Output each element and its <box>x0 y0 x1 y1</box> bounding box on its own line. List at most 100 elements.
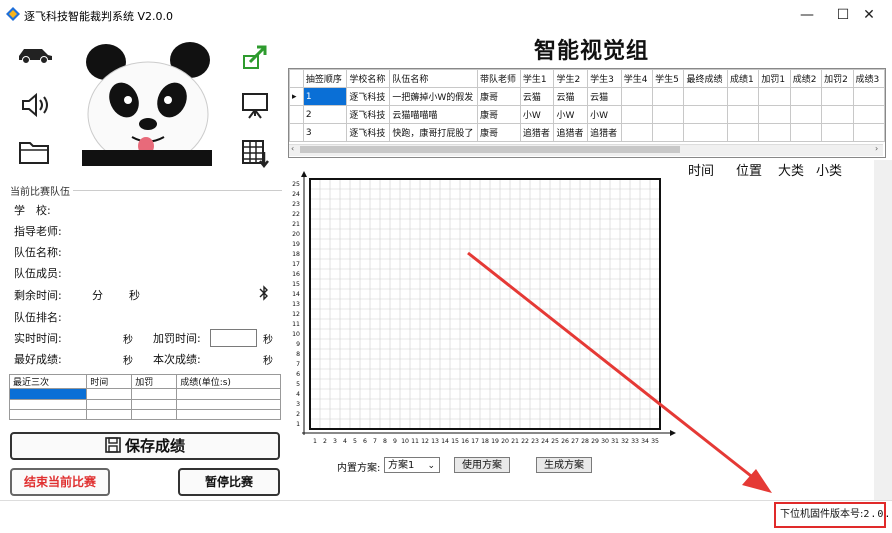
table-cell[interactable]: 3 <box>302 123 348 142</box>
table-cell[interactable] <box>620 123 654 142</box>
table-cell[interactable]: 云猫喵喵喵 <box>389 105 478 124</box>
current-row-pointer-icon[interactable]: ▸ <box>289 87 304 106</box>
save-score-button[interactable]: 保存成绩 <box>10 432 280 460</box>
plan-label: 内置方案: <box>337 463 381 474</box>
table-cell[interactable]: 小W <box>519 105 555 124</box>
table-cell[interactable]: 云猫 <box>553 87 589 106</box>
table-cell[interactable]: 逐飞科技 <box>346 87 391 106</box>
table-cell[interactable] <box>726 123 760 142</box>
table-cell[interactable]: 康哥 <box>476 123 521 142</box>
spreadsheet-download-icon[interactable] <box>240 138 270 168</box>
rank-label: 队伍排名: <box>14 311 62 324</box>
table-cell[interactable] <box>726 87 760 106</box>
table-cell[interactable]: 逐飞科技 <box>346 123 391 142</box>
table-cell[interactable]: 追猎者 <box>519 123 555 142</box>
table-cell[interactable] <box>758 123 791 142</box>
table-cell[interactable] <box>852 123 885 142</box>
table-cell[interactable] <box>852 105 885 124</box>
table-cell[interactable]: 一把薅掉小W的假发 <box>389 87 478 106</box>
penalty-label: 加罚时间: <box>153 332 201 345</box>
scroll-right-icon[interactable]: › <box>875 144 878 153</box>
table-cell[interactable]: 快跑，康哥打屁股了 <box>389 123 478 142</box>
table-cell[interactable] <box>789 123 823 142</box>
plan-selected-value: 方案1 <box>388 460 415 471</box>
column-header[interactable]: 加罚1 <box>758 69 791 88</box>
column-header[interactable]: 学生5 <box>652 69 685 88</box>
use-plan-button[interactable]: 使用方案 <box>454 457 510 473</box>
table-cell[interactable]: 追猎者 <box>587 123 622 142</box>
pause-match-button[interactable]: 暂停比赛 <box>178 468 280 496</box>
table-cell[interactable] <box>758 87 791 106</box>
table-cell[interactable] <box>726 105 760 124</box>
car-icon[interactable] <box>16 44 54 64</box>
export-arrow-icon[interactable] <box>240 44 270 72</box>
table-cell[interactable] <box>652 105 685 124</box>
table-row[interactable]: 3 逐飞科技 快跑，康哥打屁股了 康哥 追猎者 追猎者 追猎者 <box>289 123 885 142</box>
table-row[interactable]: ▸ 1 逐飞科技 一把薅掉小W的假发 康哥 云猫 云猫 云猫 <box>289 87 885 106</box>
table-cell[interactable] <box>683 105 728 124</box>
position-column-header: 位置 <box>736 164 763 179</box>
column-header[interactable]: 学生1 <box>519 69 555 88</box>
end-match-button[interactable]: 结束当前比赛 <box>10 468 110 496</box>
table-cell[interactable] <box>652 123 685 142</box>
column-header[interactable]: 学校名称 <box>346 69 391 88</box>
table-cell[interactable]: 2 <box>302 105 348 124</box>
table-cell[interactable]: 逐飞科技 <box>346 105 391 124</box>
table-cell[interactable]: 云猫 <box>587 87 622 106</box>
table-cell[interactable]: 小W <box>587 105 622 124</box>
column-header[interactable]: 成绩2 <box>789 69 823 88</box>
team-name-label: 队伍名称: <box>14 246 62 259</box>
scroll-left-icon[interactable]: ‹ <box>291 144 294 153</box>
column-header[interactable]: 学生2 <box>553 69 589 88</box>
column-header[interactable]: 成绩1 <box>726 69 760 88</box>
table-cell[interactable]: 1 <box>302 87 348 106</box>
table-cell[interactable]: 康哥 <box>476 87 521 106</box>
table-cell[interactable]: 追猎者 <box>553 123 589 142</box>
close-button[interactable]: ✕ <box>846 0 892 30</box>
column-header[interactable]: 最终成绩 <box>683 69 728 88</box>
scrollbar-thumb[interactable] <box>300 146 680 153</box>
table-cell[interactable] <box>620 105 654 124</box>
table-cell[interactable] <box>821 105 854 124</box>
speaker-icon[interactable] <box>20 92 50 118</box>
remaining-time-label: 剩余时间: <box>14 289 62 302</box>
table-row[interactable] <box>8 388 281 400</box>
folder-icon[interactable] <box>18 138 52 166</box>
table-cell[interactable]: 小W <box>553 105 589 124</box>
table-cell[interactable] <box>620 87 654 106</box>
table-cell[interactable]: 云猫 <box>519 87 555 106</box>
table-cell[interactable] <box>758 105 791 124</box>
y-tick-label: 7 <box>296 361 300 368</box>
table-row[interactable] <box>8 398 281 410</box>
table-cell[interactable] <box>852 87 885 106</box>
column-header[interactable]: 学生4 <box>620 69 654 88</box>
column-header[interactable]: 带队老师 <box>476 69 521 88</box>
table-cell[interactable] <box>821 123 854 142</box>
presentation-icon[interactable] <box>240 90 270 120</box>
teacher-label: 指导老师: <box>14 225 62 238</box>
column-header[interactable]: 成绩3 <box>852 69 885 88</box>
penalty-time-input[interactable] <box>210 329 257 347</box>
column-header[interactable]: 队伍名称 <box>389 69 478 88</box>
table-cell[interactable] <box>683 87 728 106</box>
table-cell[interactable] <box>789 105 823 124</box>
table-cell[interactable]: 康哥 <box>476 105 521 124</box>
row-header-corner <box>289 69 304 88</box>
recent-header: 加罚 <box>131 373 178 390</box>
save-label: 保存成绩 <box>124 437 185 455</box>
row-header[interactable] <box>289 123 304 142</box>
column-header[interactable]: 抽签顺序 <box>302 69 348 88</box>
table-cell[interactable] <box>652 87 685 106</box>
table-cell[interactable] <box>821 87 854 106</box>
table-row[interactable] <box>8 408 281 421</box>
realtime-label: 实时时间: <box>14 332 62 345</box>
table-cell[interactable] <box>683 123 728 142</box>
table-cell[interactable] <box>789 87 823 106</box>
table-row[interactable]: 2 逐飞科技 云猫喵喵喵 康哥 小W 小W 小W <box>289 105 885 124</box>
vertical-scrollbar[interactable] <box>874 160 892 500</box>
plan-select[interactable]: 方案1 ⌄ <box>384 457 440 473</box>
column-header[interactable]: 学生3 <box>587 69 622 88</box>
row-header[interactable] <box>289 105 304 124</box>
column-header[interactable]: 加罚2 <box>821 69 854 88</box>
generate-plan-button[interactable]: 生成方案 <box>536 457 592 473</box>
